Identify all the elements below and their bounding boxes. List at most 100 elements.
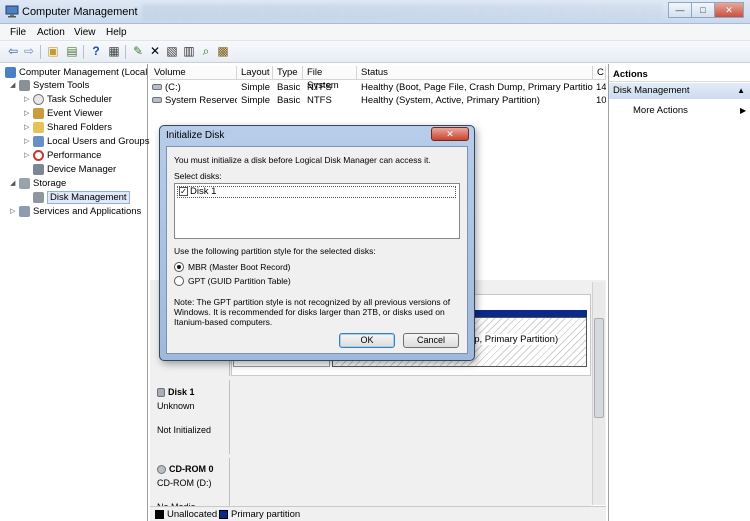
actions-section-disk-management[interactable]: Disk Management ▲ — [609, 83, 750, 99]
cdrom-drive: CD-ROM (D:) — [157, 478, 212, 488]
dialog-message: You must initialize a disk before Logica… — [174, 155, 431, 165]
disk1-checkbox[interactable]: ✓ — [179, 187, 188, 196]
delete-icon[interactable]: ✕ — [147, 44, 163, 60]
services-icon — [19, 206, 30, 217]
column-file-system[interactable]: File System — [303, 66, 357, 91]
graph-vertical-scrollbar[interactable] — [592, 282, 605, 505]
volume-name: (C:) — [152, 81, 237, 94]
expand-right-icon[interactable]: ▷ — [24, 107, 33, 121]
close-button[interactable]: ✕ — [714, 2, 744, 18]
tree-item-performance[interactable]: ▷ Performance — [24, 149, 101, 163]
cdrom-label[interactable]: CD-ROM 0 CD-ROM (D:) No Media — [150, 458, 230, 512]
menu-bar: File Action View Help — [0, 24, 750, 41]
expand-down-icon[interactable]: ◢ — [10, 177, 19, 191]
volume-list-header: Volume Layout Type File System Status C — [150, 66, 606, 91]
toolbar: ⇦ ⇨ ▣ ▤ ? ▦ ✎ ✕ ▧ ▥ ⌕ ▩ — [0, 41, 750, 63]
expand-right-icon[interactable]: ▷ — [24, 93, 33, 107]
open-icon[interactable]: ▧ — [164, 44, 180, 60]
show-hide-tree-icon[interactable]: ▤ — [64, 44, 80, 60]
dialog-close-button[interactable]: ✕ — [431, 127, 469, 141]
column-capacity[interactable]: C — [593, 66, 606, 80]
menu-action[interactable]: Action — [37, 27, 65, 38]
tree-item-system-tools[interactable]: ◢ System Tools — [10, 79, 89, 93]
search-icon[interactable]: ⌕ — [198, 44, 214, 60]
toolbar-separator — [125, 45, 126, 59]
legend-primary-swatch — [219, 510, 228, 519]
disk1-label[interactable]: Disk 1 Unknown Not Initialized — [150, 380, 230, 454]
collapse-up-icon[interactable]: ▲ — [737, 83, 745, 99]
up-folder-icon[interactable]: ▣ — [45, 44, 61, 60]
column-status[interactable]: Status — [357, 66, 593, 80]
expand-right-icon[interactable]: ▷ — [10, 205, 19, 219]
scroll-thumb[interactable] — [594, 318, 604, 418]
mbr-radio[interactable] — [174, 262, 184, 272]
more-actions-item[interactable]: More Actions — [633, 104, 688, 118]
column-type[interactable]: Type — [273, 66, 303, 80]
expand-right-icon[interactable]: ▷ — [24, 121, 33, 135]
menu-help[interactable]: Help — [106, 27, 127, 38]
actions-pane: Actions Disk Management ▲ More Actions ▶ — [608, 64, 750, 521]
note-line: Windows. It is recommended for disks lar… — [174, 307, 445, 317]
disk1-name: Disk 1 — [157, 385, 229, 399]
tree-item-event-viewer[interactable]: ▷ Event Viewer — [24, 107, 103, 121]
tree-item-computer-management[interactable]: Computer Management (Local — [5, 66, 147, 80]
cancel-button[interactable]: Cancel — [403, 333, 459, 348]
back-arrow-icon[interactable]: ⇦ — [5, 44, 21, 60]
menu-view[interactable]: View — [74, 27, 96, 38]
legend-primary: Primary partition — [231, 509, 301, 520]
tree-item-services-applications[interactable]: ▷ Services and Applications — [10, 205, 141, 219]
window-title: Computer Management — [22, 6, 138, 18]
gpt-label[interactable]: GPT (GUID Partition Table) — [188, 276, 291, 286]
volume-status: Healthy (System, Active, Primary Partiti… — [361, 95, 540, 106]
dialog-title: Initialize Disk — [166, 130, 225, 141]
disk-list[interactable]: ✓ Disk 1 — [174, 183, 460, 239]
column-volume[interactable]: Volume — [150, 66, 237, 80]
partition-status-text: ump, Primary Partition) — [461, 334, 559, 345]
menu-file[interactable]: File — [10, 27, 26, 38]
minimize-button[interactable]: — — [668, 2, 692, 18]
expand-right-icon[interactable]: ▷ — [24, 135, 33, 149]
maximize-button[interactable]: □ — [691, 2, 715, 18]
connect-icon[interactable]: ✎ — [130, 44, 146, 60]
tree-item-storage[interactable]: ◢ Storage — [10, 177, 66, 191]
clock-icon — [33, 94, 44, 105]
expand-down-icon[interactable]: ◢ — [10, 79, 19, 93]
tree-item-shared-folders[interactable]: ▷ Shared Folders — [24, 121, 112, 135]
blurred-taskbar-region — [142, 4, 662, 20]
storage-icon — [19, 178, 30, 189]
window-controls: — □ ✕ — [668, 2, 744, 18]
column-layout[interactable]: Layout — [237, 66, 273, 80]
performance-icon — [33, 150, 44, 161]
mbr-label[interactable]: MBR (Master Boot Record) — [188, 262, 291, 272]
settings-icon[interactable]: ▩ — [215, 44, 231, 60]
volume-file-system: NTFS — [307, 82, 332, 93]
ok-button[interactable]: OK — [339, 333, 395, 348]
tree-item-local-users[interactable]: ▷ Local Users and Groups — [24, 135, 149, 149]
volume-row[interactable]: System Reserved Simple Basic NTFS Health… — [150, 94, 606, 107]
tree-item-task-scheduler[interactable]: ▷ Task Scheduler — [24, 93, 112, 107]
title-bar: Computer Management — □ ✕ — [0, 0, 750, 24]
note-line: Itanium-based computers. — [174, 317, 273, 327]
volume-type: Basic — [277, 82, 301, 93]
volume-row[interactable]: (C:) Simple Basic NTFS Healthy (Boot, Pa… — [150, 81, 606, 94]
folder-icon[interactable]: ▥ — [181, 44, 197, 60]
computer-management-icon — [5, 5, 19, 18]
legend-unallocated-swatch — [155, 510, 164, 519]
partition-style-label: Use the following partition style for th… — [174, 246, 376, 256]
expand-right-icon[interactable]: ▷ — [24, 149, 33, 163]
disk-list-item[interactable]: ✓ Disk 1 — [177, 186, 456, 198]
tools-icon — [19, 80, 30, 91]
help-icon[interactable]: ? — [88, 44, 104, 60]
properties-icon[interactable]: ▦ — [106, 44, 122, 60]
tree-item-disk-management[interactable]: Disk Management — [24, 191, 130, 205]
disk1-kind: Unknown — [157, 401, 195, 411]
forward-arrow-icon[interactable]: ⇨ — [21, 44, 37, 60]
disk-icon — [33, 192, 44, 203]
tree-item-device-manager[interactable]: Device Manager — [24, 163, 116, 177]
cdrom-name: CD-ROM 0 — [157, 462, 229, 476]
volume-capacity: 14 — [596, 82, 606, 93]
cdrom-body — [231, 458, 591, 506]
users-icon — [33, 136, 44, 147]
gpt-radio[interactable] — [174, 276, 184, 286]
select-disks-label: Select disks: — [174, 171, 222, 181]
